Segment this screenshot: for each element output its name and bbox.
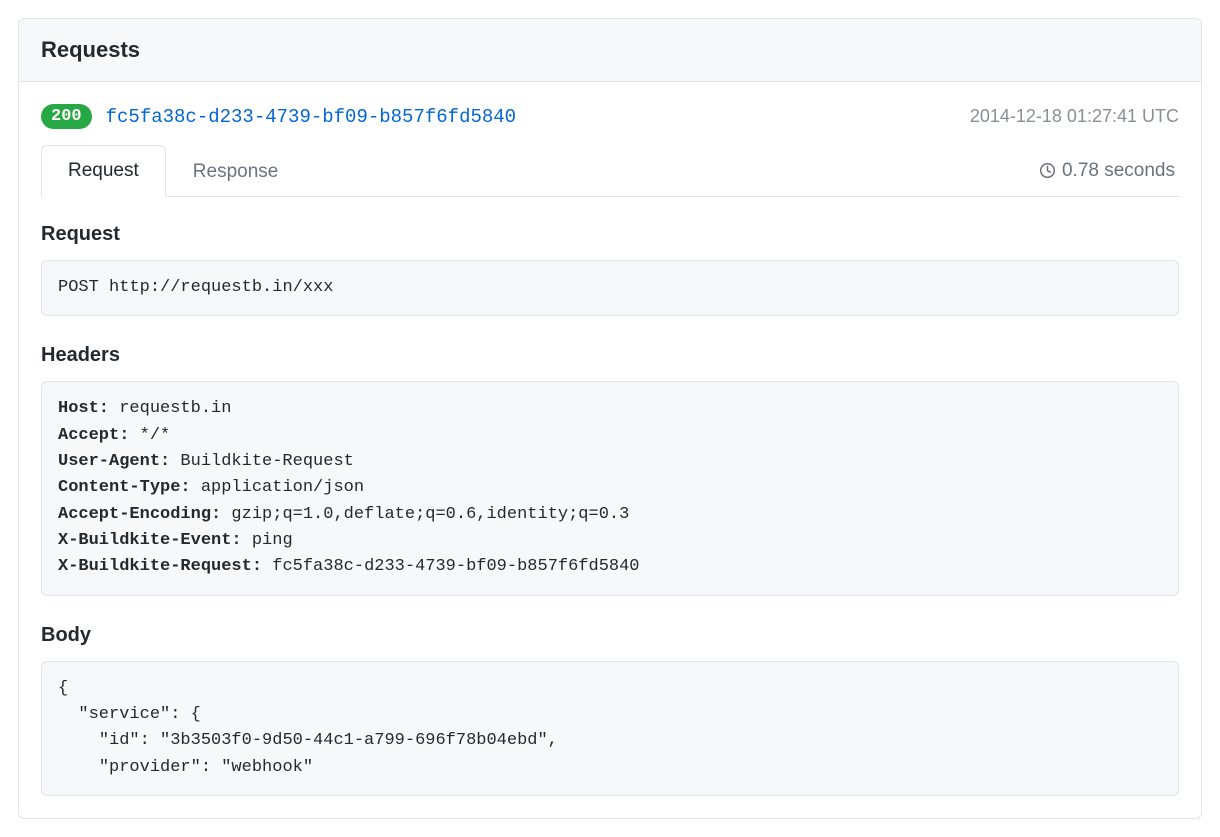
header-key: Host: [58, 399, 109, 418]
header-line: Host: requestb.in [58, 396, 1162, 422]
request-line-box: POST http://requestb.in/xxx [41, 260, 1179, 316]
tab-bar: Request Response 0.78 seconds [41, 145, 1179, 197]
requests-panel: Requests 200 fc5fa38c-d233-4739-bf09-b85… [18, 18, 1202, 819]
http-method: POST [58, 278, 99, 297]
panel-title: Requests [19, 19, 1201, 82]
status-badge: 200 [41, 104, 92, 129]
header-line: X-Buildkite-Event: ping [58, 528, 1162, 554]
header-value: ping [242, 531, 293, 550]
request-details: 200 fc5fa38c-d233-4739-bf09-b857f6fd5840… [19, 82, 1201, 818]
summary-row: 200 fc5fa38c-d233-4739-bf09-b857f6fd5840… [41, 104, 1179, 129]
header-value: gzip;q=1.0,deflate;q=0.6,identity;q=0.3 [221, 505, 629, 524]
request-url: http://requestb.in/xxx [109, 278, 333, 297]
headers-section-heading: Headers [41, 344, 1179, 367]
header-line: Accept: */* [58, 423, 1162, 449]
header-value: application/json [191, 478, 364, 497]
duration-label: 0.78 seconds [1039, 160, 1179, 182]
clock-icon [1039, 162, 1056, 179]
header-key: Accept-Encoding: [58, 505, 221, 524]
header-line: Content-Type: application/json [58, 475, 1162, 501]
header-key: Accept: [58, 426, 129, 445]
tab-response[interactable]: Response [166, 146, 306, 197]
request-section-heading: Request [41, 223, 1179, 246]
tab-request[interactable]: Request [41, 145, 166, 197]
header-key: Content-Type: [58, 478, 191, 497]
header-key: User-Agent: [58, 452, 170, 471]
header-line: User-Agent: Buildkite-Request [58, 449, 1162, 475]
header-key: X-Buildkite-Request: [58, 557, 262, 576]
duration-text: 0.78 seconds [1062, 160, 1175, 182]
headers-box: Host: requestb.inAccept: */*User-Agent: … [41, 381, 1179, 595]
body-section-heading: Body [41, 624, 1179, 647]
body-box: { "service": { "id": "3b3503f0-9d50-44c1… [41, 661, 1179, 796]
header-value: requestb.in [109, 399, 231, 418]
request-uuid-link[interactable]: fc5fa38c-d233-4739-bf09-b857f6fd5840 [106, 106, 516, 128]
header-value: */* [129, 426, 170, 445]
header-line: X-Buildkite-Request: fc5fa38c-d233-4739-… [58, 554, 1162, 580]
header-value: fc5fa38c-d233-4739-bf09-b857f6fd5840 [262, 557, 639, 576]
header-value: Buildkite-Request [170, 452, 354, 471]
timestamp-label: 2014-12-18 01:27:41 UTC [970, 106, 1179, 127]
header-line: Accept-Encoding: gzip;q=1.0,deflate;q=0.… [58, 502, 1162, 528]
header-key: X-Buildkite-Event: [58, 531, 242, 550]
